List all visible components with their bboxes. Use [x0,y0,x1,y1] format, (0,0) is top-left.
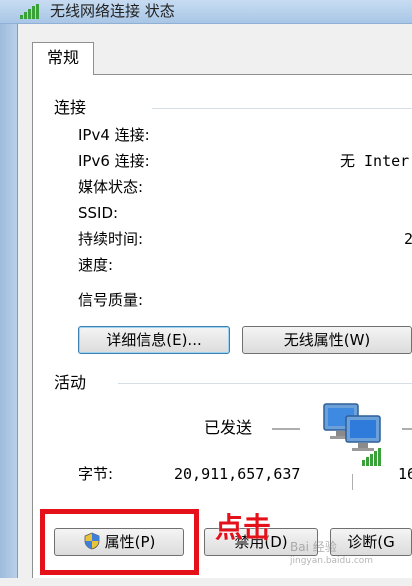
click-annotation: 点击 [215,511,272,544]
speed-label: 速度: [78,256,114,274]
watermark-line1: Bai 经验 [290,540,337,554]
duration-label: 持续时间: [78,230,144,248]
tab-general[interactable]: 常规 [32,42,94,75]
bytes-sent-value: 20,911,657,637 [174,465,301,483]
ssid-label: SSID: [78,204,119,222]
activity-divider [118,383,412,384]
dialog-bottom-edge [0,578,412,586]
connection-section-title: 连接 [54,98,87,117]
sent-label: 已发送 [204,418,253,437]
watermark-line2: jingyan.baidu.com [290,556,374,566]
sent-dash [272,428,300,430]
ipv6-value: 无 Inter [340,152,410,170]
wireless-properties-button[interactable]: 无线属性(W) [242,326,412,354]
details-button[interactable]: 详细信息(E)... [78,326,230,354]
connection-divider [152,108,412,109]
title-bar[interactable]: 无线网络连接 状态 [0,0,412,24]
signal-quality-label: 信号质量: [78,291,144,309]
activity-section-title: 活动 [54,373,87,392]
bytes-received-value: 16 [398,465,412,483]
activity-separator [352,474,353,490]
watermark: Bai 经验 jingyan.baidu.com [290,540,373,568]
window-frame [0,24,18,586]
duration-value: 2 [404,230,412,248]
ipv4-label: IPv4 连接: [78,126,150,144]
ipv6-label: IPv6 连接: [78,152,150,170]
media-state-label: 媒体状态: [78,178,144,196]
received-dash [402,428,412,430]
wireless-signal-icon [20,4,39,19]
window-title: 无线网络连接 状态 [50,2,175,20]
highlight-box [40,509,199,575]
network-computers-icon [323,403,381,466]
bytes-label: 字节: [78,465,114,483]
